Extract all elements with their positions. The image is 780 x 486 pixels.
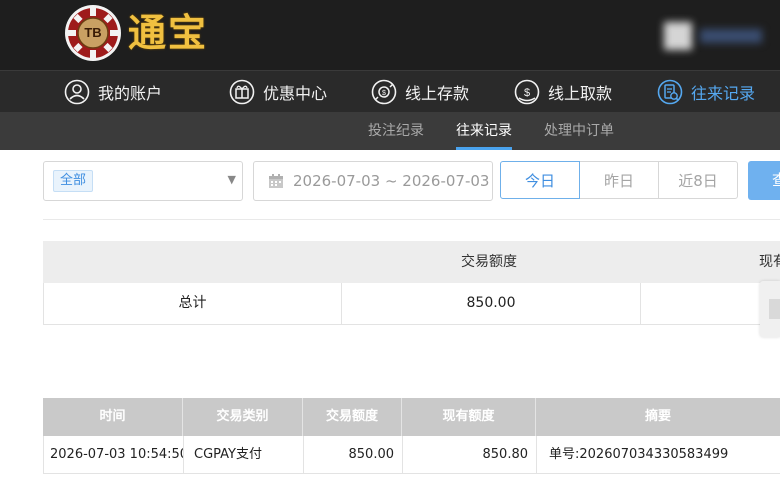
cell-time: 2026-07-03 10:54:50 <box>44 436 184 473</box>
transaction-type-select[interactable]: 全部 ▼ <box>43 161 243 201</box>
selected-type-tag: 全部 <box>53 170 94 192</box>
tab-bet-records[interactable]: 投注纪录 <box>368 112 424 150</box>
today-button[interactable]: 今日 <box>500 161 580 199</box>
divider <box>43 219 780 220</box>
cell-type: CGPAY支付 <box>184 436 304 473</box>
top-header: TB 通宝 <box>0 0 780 70</box>
detail-header-amount: 交易额度 <box>303 398 402 436</box>
summary-header-amount: 交易额度 <box>461 254 517 270</box>
detail-header-balance: 现有额度 <box>402 398 536 436</box>
detail-table-header: 时间 交易类别 交易额度 现有额度 摘要 <box>43 398 780 436</box>
detail-header-summary: 摘要 <box>644 409 671 424</box>
tab-transaction-records[interactable]: 往来记录 <box>456 112 512 150</box>
user-name[interactable] <box>700 29 762 43</box>
date-range-text: 2026-07-03 ~ 2026-07-03 <box>293 172 490 190</box>
horizontal-scroll-handle[interactable] <box>760 281 780 337</box>
nav-label: 优惠中心 <box>263 83 328 103</box>
cell-amount: 850.00 <box>304 436 403 473</box>
caret-down-icon: ▼ <box>227 173 236 186</box>
nav-withdraw[interactable]: $ 线上取款 <box>514 71 612 112</box>
nav-label: 往来记录 <box>691 83 756 103</box>
cell-summary: 单号:202607034330583499 <box>549 447 729 462</box>
sub-nav: 投注纪录 往来记录 处理中订单 <box>0 112 780 150</box>
summary-header-current: 现有 <box>759 254 780 270</box>
detail-header-time: 时间 <box>43 398 183 436</box>
nav-deposit[interactable]: $ 线上存款 <box>371 71 469 112</box>
calendar-icon <box>269 174 283 188</box>
record-icon <box>657 79 683 104</box>
user-icon <box>64 79 90 104</box>
nav-label: 线上取款 <box>548 83 613 103</box>
main-nav: 我的账户 优惠中心 $ 线上存款 $ 线上取款 往来记录 <box>0 70 780 113</box>
table-row: 2026-07-03 10:54:50 CGPAY支付 850.00 850.8… <box>43 436 780 474</box>
detail-header-type: 交易类别 <box>183 398 303 436</box>
svg-text:$: $ <box>524 87 530 99</box>
date-range-picker[interactable]: 2026-07-03 ~ 2026-07-03 <box>253 161 493 201</box>
nav-records[interactable]: 往来记录 <box>657 71 755 112</box>
user-avatar[interactable] <box>664 22 692 50</box>
summary-table-header: 交易额度 现有 <box>43 241 780 283</box>
nav-label: 我的账户 <box>98 83 163 103</box>
gift-icon <box>229 79 255 104</box>
nav-label: 线上存款 <box>405 83 470 103</box>
svg-text:$: $ <box>382 90 386 97</box>
nav-my-account[interactable]: 我的账户 <box>64 71 162 112</box>
tab-pending-orders[interactable]: 处理中订单 <box>544 112 614 150</box>
brand-name: 通宝 <box>128 10 209 55</box>
summary-total-label: 总计 <box>44 283 342 324</box>
summary-total-amount: 850.00 <box>342 283 641 324</box>
query-button[interactable]: 查 <box>748 161 780 200</box>
last-8-days-button[interactable]: 近8日 <box>658 161 738 199</box>
yesterday-button[interactable]: 昨日 <box>579 161 659 199</box>
withdraw-icon: $ <box>514 79 540 104</box>
summary-total-row: 总计 850.00 <box>43 283 780 325</box>
deposit-icon: $ <box>371 79 397 104</box>
logo-badge: TB <box>84 25 102 40</box>
nav-promotions[interactable]: 优惠中心 <box>229 71 327 112</box>
cell-balance: 850.80 <box>403 436 537 473</box>
